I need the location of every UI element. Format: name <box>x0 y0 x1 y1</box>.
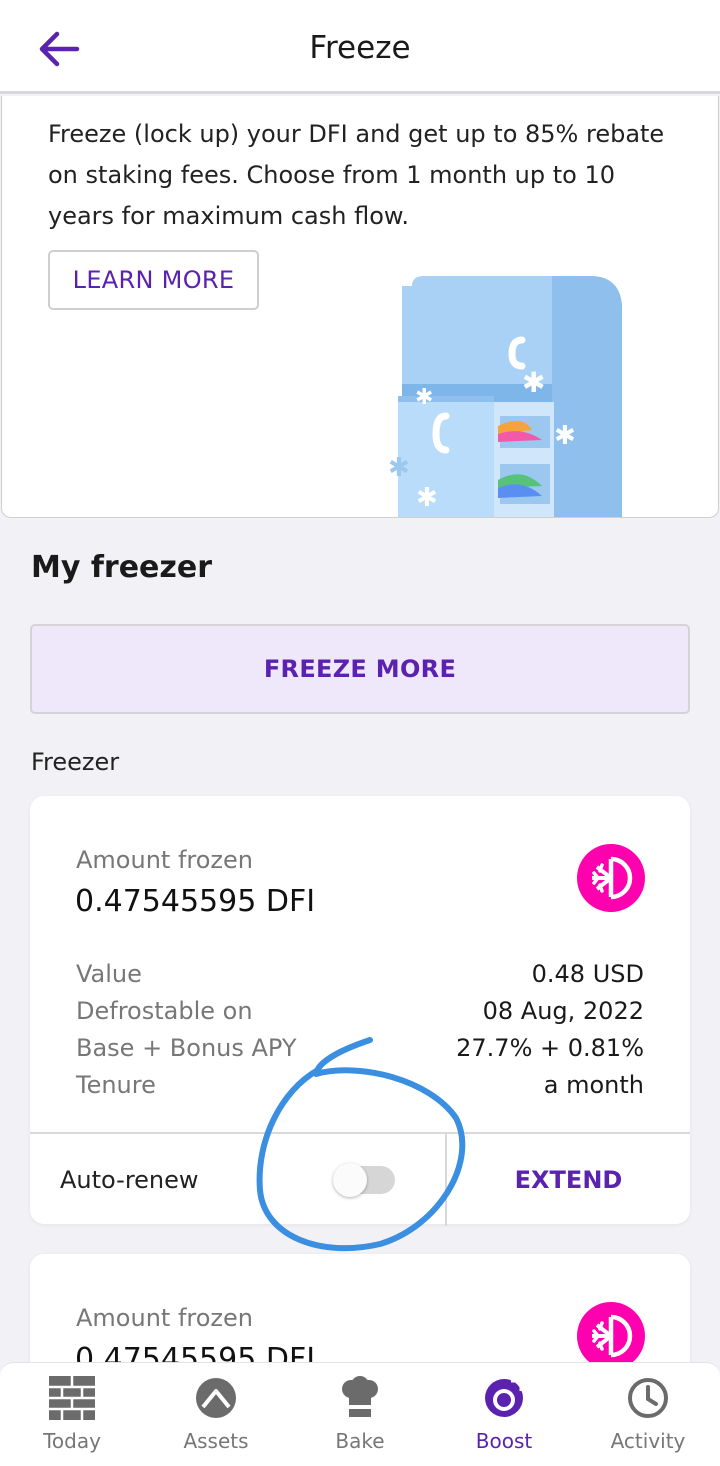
today-icon <box>48 1375 96 1421</box>
nav-label: Assets <box>183 1429 249 1453</box>
detail-value: 08 Aug, 2022 <box>482 997 644 1025</box>
boost-icon <box>480 1375 528 1421</box>
detail-label: Value <box>76 960 142 988</box>
page-title: Freeze <box>309 30 411 66</box>
amount-frozen-label: Amount frozen <box>76 1304 253 1332</box>
back-button[interactable] <box>34 24 84 74</box>
nav-item-boost[interactable]: Boost <box>432 1363 576 1466</box>
detail-value: 27.7% + 0.81% <box>456 1034 644 1062</box>
nav-item-activity[interactable]: Activity <box>576 1363 720 1466</box>
detail-row-tenure: Tenure a month <box>76 1067 644 1104</box>
detail-label: Tenure <box>76 1071 156 1099</box>
activity-icon <box>624 1375 672 1421</box>
amount-frozen-value: 0.47545595 DFI <box>75 884 316 919</box>
nav-label: Activity <box>610 1429 686 1453</box>
arrow-left-icon <box>39 31 80 67</box>
learn-more-button[interactable]: LEARN MORE <box>48 250 259 310</box>
dfi-freeze-icon <box>577 844 645 912</box>
promo-banner: Freeze (lock up) your DFI and get up to … <box>1 96 719 518</box>
detail-row-defrostable: Defrostable on 08 Aug, 2022 <box>76 993 644 1030</box>
auto-renew-label: Auto-renew <box>60 1166 199 1194</box>
detail-label: Base + Bonus APY <box>76 1034 297 1062</box>
bake-icon <box>336 1375 384 1421</box>
toggle-knob <box>333 1163 367 1197</box>
nav-label: Today <box>43 1429 101 1453</box>
freeze-more-button[interactable]: FREEZE MORE <box>30 624 690 714</box>
freezer-illustration: ✱ ✱ ✱ ✱ ✱ ✱ <box>388 276 622 517</box>
svg-text:✱: ✱ <box>415 385 433 410</box>
detail-row-value: Value 0.48 USD <box>76 956 644 993</box>
nav-item-today[interactable]: Today <box>0 1363 144 1466</box>
assets-icon <box>192 1375 240 1421</box>
svg-text:✱: ✱ <box>554 421 576 451</box>
bottom-navigation: Today Assets Bake Boost Activity <box>0 1362 720 1466</box>
svg-text:✱: ✱ <box>416 483 438 513</box>
detail-row-apy: Base + Bonus APY 27.7% + 0.81% <box>76 1030 644 1067</box>
amount-frozen-label: Amount frozen <box>76 846 253 874</box>
svg-text:✱: ✱ <box>388 453 410 483</box>
nav-label: Bake <box>335 1429 385 1453</box>
detail-value: a month <box>543 1071 644 1099</box>
freezer-group-label: Freezer <box>31 748 120 776</box>
nav-item-assets[interactable]: Assets <box>144 1363 288 1466</box>
detail-label: Defrostable on <box>76 997 253 1025</box>
freezer-card: Amount frozen 0.47545595 DFI Value 0.48 … <box>30 796 690 1226</box>
svg-text:✱: ✱ <box>522 366 545 399</box>
top-app-bar: Freeze <box>0 0 720 94</box>
banner-description: Freeze (lock up) your DFI and get up to … <box>48 120 665 230</box>
card-actions: Auto-renew EXTEND <box>30 1132 690 1226</box>
freeze-details: Value 0.48 USD Defrostable on 08 Aug, 20… <box>76 956 644 1104</box>
nav-item-bake[interactable]: Bake <box>288 1363 432 1466</box>
detail-value: 0.48 USD <box>531 960 644 988</box>
extend-button[interactable]: EXTEND <box>447 1134 690 1226</box>
dfi-freeze-icon <box>577 1302 645 1370</box>
my-freezer-title: My freezer <box>31 550 212 585</box>
auto-renew-toggle[interactable] <box>333 1163 395 1197</box>
nav-label: Boost <box>475 1429 533 1453</box>
